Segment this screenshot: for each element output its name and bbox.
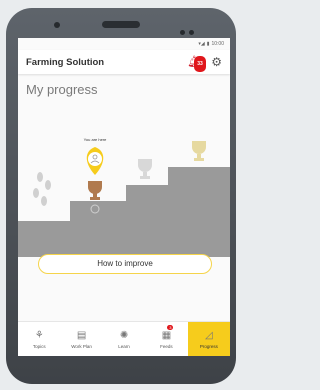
tab-topics[interactable]: ⚘ Topics	[18, 322, 60, 356]
signal-icon: ▾◢	[198, 41, 205, 47]
device-frame: ▾◢ ▮ 10:00 Farming Solution 🔔︎ 33 ⚙︎ My …	[0, 0, 244, 390]
how-to-improve-button[interactable]: How to improve	[38, 254, 212, 274]
bronze-trophy-icon	[88, 181, 102, 200]
battery-icon: ▮	[206, 41, 210, 47]
progress-icon: ◿	[204, 329, 213, 341]
feeds-icon: ▦	[161, 329, 172, 341]
app-title: Farming Solution	[26, 56, 105, 68]
feeds-badge: 3	[167, 325, 174, 330]
tab-label: Progress	[199, 343, 218, 349]
staircase-graphic: You are here	[18, 137, 230, 257]
app-screen: ▾◢ ▮ 10:00 Farming Solution 🔔︎ 33 ⚙︎ My …	[18, 38, 230, 356]
calendar-icon: ▤	[76, 329, 87, 341]
status-time: 10:00	[211, 41, 224, 47]
gear-icon[interactable]: ⚙︎	[211, 55, 222, 69]
notification-button[interactable]: 🔔︎ 33	[187, 55, 206, 72]
current-position-pin-icon	[86, 147, 104, 175]
status-bar: ▾◢ ▮ 10:00	[18, 38, 230, 50]
tab-label: Work Plan	[71, 343, 92, 349]
tab-progress[interactable]: ◿ Progress	[187, 322, 230, 356]
notification-badge: 33	[194, 56, 206, 72]
lightbulb-icon: ✺	[119, 329, 129, 341]
tab-label: Feeds	[160, 343, 173, 349]
app-header: Farming Solution 🔔︎ 33 ⚙︎	[18, 50, 230, 74]
you-are-here-label: You are here	[84, 137, 108, 142]
bottom-tab-bar: ⚘ Topics ▤ Work Plan ✺ Learn ▦ 3 Feeds ◿…	[18, 321, 230, 356]
staircase-steps	[18, 167, 230, 257]
speaker-grille	[102, 21, 140, 28]
tab-learn[interactable]: ✺ Learn	[103, 322, 145, 356]
tab-label: Topics	[32, 343, 46, 349]
tab-label: Learn	[118, 343, 130, 349]
progress-staircase: You are here	[18, 97, 230, 257]
tab-work-plan[interactable]: ▤ Work Plan	[60, 322, 102, 356]
gold-trophy-icon	[192, 141, 206, 161]
front-camera	[54, 22, 60, 28]
tab-feeds[interactable]: ▦ 3 Feeds	[145, 322, 187, 356]
plant-icon: ⚘	[34, 329, 44, 341]
silver-trophy-icon	[138, 159, 152, 179]
footprints-icon	[33, 172, 51, 206]
page-title: My progress	[26, 82, 98, 97]
